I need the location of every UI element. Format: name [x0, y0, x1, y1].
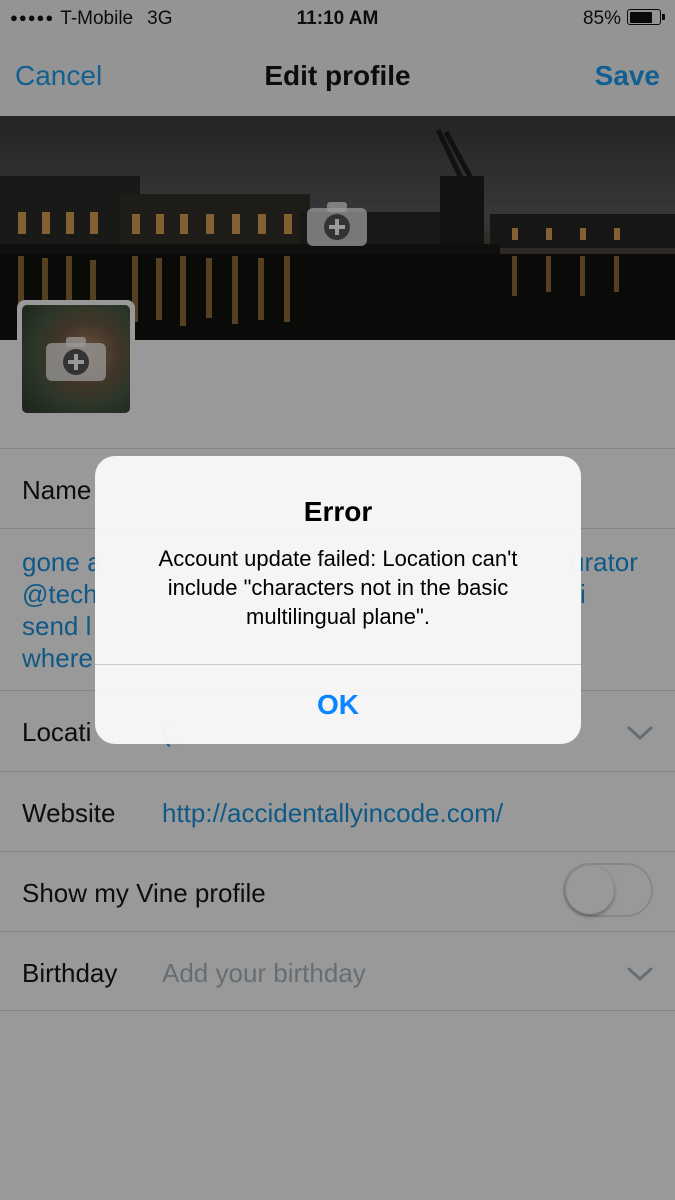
alert-title: Error — [303, 496, 373, 527]
ok-button[interactable]: OK — [95, 665, 581, 744]
error-alert: Error Account update failed: Location ca… — [95, 456, 581, 744]
alert-message: Account update failed: Location can't in… — [158, 546, 518, 629]
